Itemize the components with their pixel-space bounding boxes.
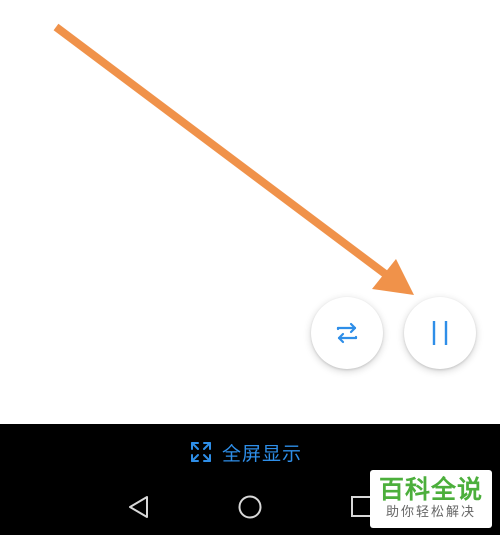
watermark-logo: 百科全说 助你轻松解决 (370, 470, 492, 528)
watermark-title: 百科全说 (378, 475, 483, 504)
pause-icon (432, 321, 448, 345)
fullscreen-label: 全屏显示 (222, 442, 303, 465)
switch-camera-button[interactable] (311, 297, 383, 369)
nav-home-button[interactable] (236, 494, 264, 526)
swap-arrows-icon (336, 322, 358, 344)
back-triangle-icon (129, 496, 148, 518)
fullscreen-button[interactable]: 全屏显示 (190, 438, 302, 466)
home-circle-icon (238, 495, 262, 519)
pause-button[interactable] (404, 297, 476, 369)
expand-icon (191, 442, 211, 462)
watermark-subtitle: 助你轻松解决 (385, 505, 476, 520)
nav-back-button[interactable] (126, 494, 152, 524)
